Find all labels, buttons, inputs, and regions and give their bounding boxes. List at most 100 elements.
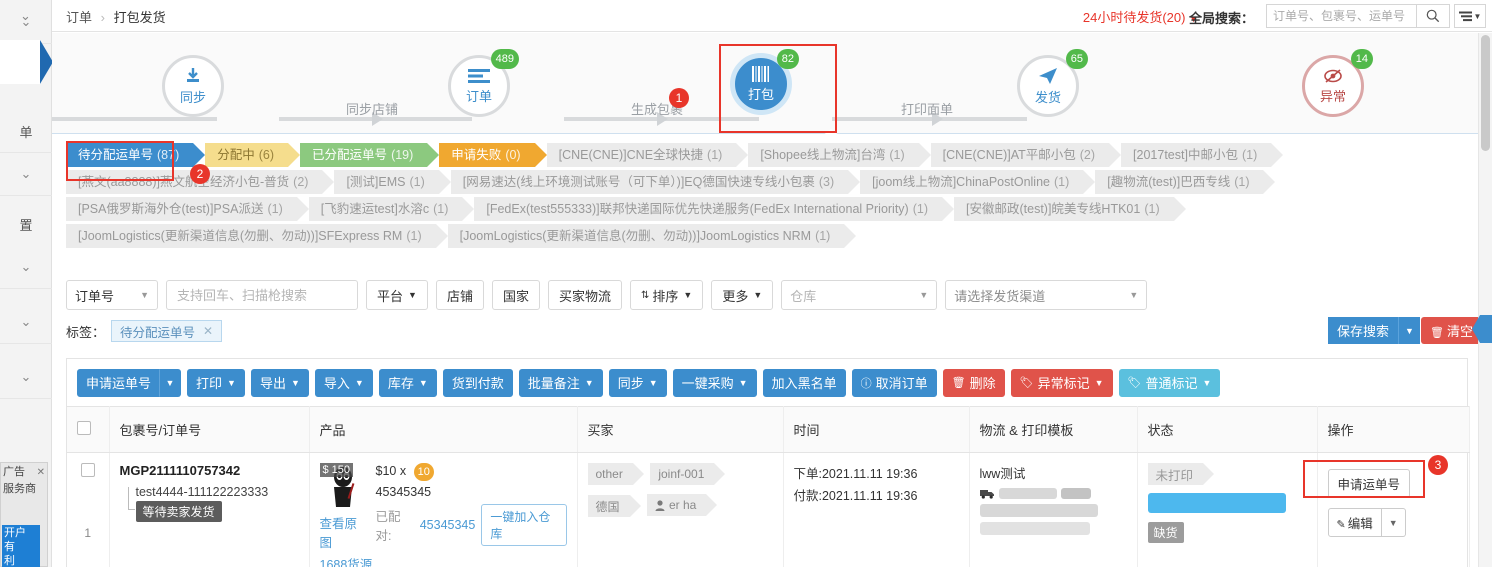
buyer-platform-chip: other xyxy=(587,463,645,485)
row-checkbox[interactable] xyxy=(80,463,95,477)
toolbar-button-8[interactable]: 一键采购 ▼ xyxy=(672,368,757,397)
toolbar-button-6[interactable]: 批量备注 ▼ xyxy=(518,368,603,397)
channel-tab-5[interactable]: [Shopee线上物流]台湾 (1) xyxy=(748,143,932,167)
global-search-button[interactable] xyxy=(1416,4,1450,28)
filter-buyer-logistics-button[interactable]: 买家物流 xyxy=(547,280,622,310)
breadcrumb-separator-icon: › xyxy=(100,10,105,25)
global-search-input[interactable] xyxy=(1266,4,1416,28)
flow-step-packing[interactable]: 82 打包 xyxy=(730,49,799,115)
flow-step-shipping[interactable]: 65 发货 xyxy=(1017,49,1088,117)
search-field-select[interactable]: 订单号 ▼ xyxy=(66,280,158,310)
toolbar-button-9[interactable]: 加入黑名单 xyxy=(762,368,846,397)
view-options-button[interactable]: ▼ xyxy=(1454,4,1486,28)
channel-tab-label: [joom线上物流]ChinaPostOnline xyxy=(872,175,1050,189)
channel-tab-9[interactable]: [测试]EMS (1) xyxy=(334,170,452,194)
toolbar-button-13[interactable]: 🏷 普通标记 ▼ xyxy=(1118,368,1221,397)
toolbar-button-0[interactable]: 申请运单号 xyxy=(77,368,160,397)
filter-platform-button[interactable]: 平台 ▼ xyxy=(366,280,428,310)
warehouse-select[interactable]: 仓库 ▼ xyxy=(781,280,938,310)
channel-tab-15[interactable]: [FedEx(test555333)]联邦快递国际优先快递服务(FedEx In… xyxy=(474,197,954,221)
sidebar-item-1[interactable]: ⌄ xyxy=(0,152,52,196)
toolbar-button-10[interactable]: ⓘ 取消订单 xyxy=(851,368,937,397)
channel-tab-17[interactable]: [JoomLogistics(更新渠道信息(勿删、勿动))]SFExpress … xyxy=(66,224,448,248)
toolbar-button-2[interactable]: 导出 ▼ xyxy=(250,368,309,397)
edit-button[interactable]: ✎ 编辑 xyxy=(1327,508,1382,537)
pending-shipments-link[interactable]: 24小时待发货(20) ▼ xyxy=(1083,7,1198,26)
sidebar-item-3[interactable]: ⌄ xyxy=(0,300,52,344)
toolbar-button-7[interactable]: 同步 ▼ xyxy=(608,368,667,397)
ad-panel[interactable]: ✕ 广告 服务商 开户 有 利 xyxy=(0,462,48,567)
channel-tab-16[interactable]: [安徽邮政(test)]皖美专线HTK01 (1) xyxy=(954,197,1186,221)
active-step-caret-icon xyxy=(822,129,840,136)
edit-dropdown-button[interactable]: ▼ xyxy=(1381,508,1406,537)
add-to-warehouse-button[interactable]: 一键加入仓库 xyxy=(481,504,567,546)
toolbar-button-5[interactable]: 货到付款 xyxy=(442,368,513,397)
toolbar-button-label: 导入 xyxy=(323,376,350,391)
channel-tab-count: (1) xyxy=(1241,148,1258,162)
active-tag-chip[interactable]: 待分配运单号 ✕ xyxy=(111,320,223,342)
ad-banner[interactable]: 开户 有 利 xyxy=(2,525,40,567)
side-panel-toggle[interactable] xyxy=(1472,315,1492,343)
sidebar-item-4[interactable]: ⌄ xyxy=(0,355,52,399)
flow-step-sync[interactable]: 同步 xyxy=(162,55,224,117)
scrollbar-thumb[interactable] xyxy=(1481,35,1490,151)
package-no[interactable]: MGP2111110757342 xyxy=(120,463,299,478)
apply-waybill-button[interactable]: 申请运单号 xyxy=(1327,469,1411,498)
sidebar-item-label-config[interactable]: 置 xyxy=(0,215,52,234)
channel-tab-row: 待分配运单号 (87) 分配中 (6) 已分配运单号 (19) 申请失败 (0) [CNE(CN… xyxy=(66,143,1482,251)
cell-select: 1 xyxy=(67,452,110,567)
channel-tab-14[interactable]: [飞豹速运test]水溶c (1) xyxy=(308,197,474,221)
order-no[interactable]: test4444-111122223333 xyxy=(136,485,299,499)
filter-more-button[interactable]: 更多 ▼ xyxy=(711,280,774,310)
channel-tab-6[interactable]: [CNE(CNE)]AT平邮小包 (2) xyxy=(930,143,1122,167)
channel-tab-label: [安徽邮政(test)]皖美专线HTK01 xyxy=(966,202,1141,216)
select-all-checkbox[interactable] xyxy=(77,421,91,435)
download-icon xyxy=(187,67,199,82)
filter-sort-button[interactable]: ⇅ 排序 ▼ xyxy=(629,280,704,310)
channel-tab-4[interactable]: [CNE(CNE)]CNE全球快捷 (1) xyxy=(546,143,749,167)
close-icon[interactable]: ✕ xyxy=(203,324,213,338)
channel-tab-count: (1) xyxy=(409,175,425,189)
channel-tab-0[interactable]: 待分配运单号 (87) xyxy=(66,143,206,167)
flow-step-exception[interactable]: 14 异常 xyxy=(1302,49,1373,117)
matched-value[interactable]: 45345345 xyxy=(420,518,476,532)
redacted-status-bar xyxy=(1147,493,1286,513)
keyword-search-input[interactable] xyxy=(175,286,355,304)
channel-tab-18[interactable]: [JoomLogistics(更新渠道信息(勿删、勿动))]JoomLogist… xyxy=(447,224,857,248)
filter-country-button[interactable]: 国家 xyxy=(491,280,540,310)
sidebar-item-2[interactable]: ⌄ xyxy=(0,245,52,289)
page-scrollbar[interactable] xyxy=(1478,33,1492,567)
sidebar-collapse-icon[interactable]: ⌄ xyxy=(20,8,31,24)
flow-connector-label-2: 打印面单 xyxy=(900,102,953,117)
channel-tab-label: 分配中 xyxy=(217,148,255,162)
channel-tab-10[interactable]: [网易速达(线上环境测试账号（可下单）)]EQ德国快速专线小包裹 (3) xyxy=(450,170,861,194)
shipping-channel-select[interactable]: 请选择发货渠道 ▼ xyxy=(945,280,1148,310)
channel-tabs: 待分配运单号 (87) 分配中 (6) 已分配运单号 (19) 申请失败 (0) [CNE(CN… xyxy=(52,135,1492,263)
toolbar-button-11[interactable]: 🗑 删除 xyxy=(942,368,1005,397)
save-search-caret-button[interactable]: ▼ xyxy=(1398,317,1420,344)
breadcrumb-item-0[interactable]: 订单 xyxy=(66,10,92,25)
toolbar-button-4[interactable]: 库存 ▼ xyxy=(378,368,437,397)
channel-tab-12[interactable]: [趣物流(test)]巴西专线 (1) xyxy=(1095,170,1276,194)
edit-split-button: ✎ 编辑 ▼ xyxy=(1327,508,1406,537)
ad-close-icon[interactable]: ✕ xyxy=(37,464,45,481)
toolbar-button-1[interactable]: 打印 ▼ xyxy=(187,368,245,397)
channel-tab-11[interactable]: [joom线上物流]ChinaPostOnline (1) xyxy=(860,170,1096,194)
toolbar-button-3[interactable]: 导入 ▼ xyxy=(314,368,373,397)
channel-tab-7[interactable]: [2017test]中邮小包 (1) xyxy=(1121,143,1284,167)
view-original-image-link[interactable]: 查看原图 xyxy=(320,513,366,551)
save-search-button[interactable]: 保存搜索 xyxy=(1327,317,1398,344)
flow-step-orders[interactable]: 489 订单 xyxy=(448,49,519,117)
sidebar-item-label-order[interactable]: 单 xyxy=(0,122,52,141)
channel-tab-count: (1) xyxy=(433,202,449,216)
channel-tab-13[interactable]: [PSA俄罗斯海外仓(test)]PSA派送 (1) xyxy=(66,197,309,221)
product-thumbnail[interactable]: $ 150 xyxy=(319,463,366,509)
filter-shop-button[interactable]: 店铺 xyxy=(435,280,484,310)
channel-tab-1[interactable]: 分配中 (6) xyxy=(205,143,300,167)
toolbar-button-0-caret[interactable]: ▼ xyxy=(159,368,182,397)
channel-tab-3[interactable]: 申请失败 (0) xyxy=(439,143,547,167)
source-1688-link[interactable]: 1688货源 xyxy=(320,554,373,567)
toolbar-button-12[interactable]: 🏷 异常标记 ▼ xyxy=(1010,368,1113,397)
channel-tab-2[interactable]: 已分配运单号 (19) xyxy=(300,143,440,167)
annotation-marker-3: 3 xyxy=(1428,455,1448,475)
